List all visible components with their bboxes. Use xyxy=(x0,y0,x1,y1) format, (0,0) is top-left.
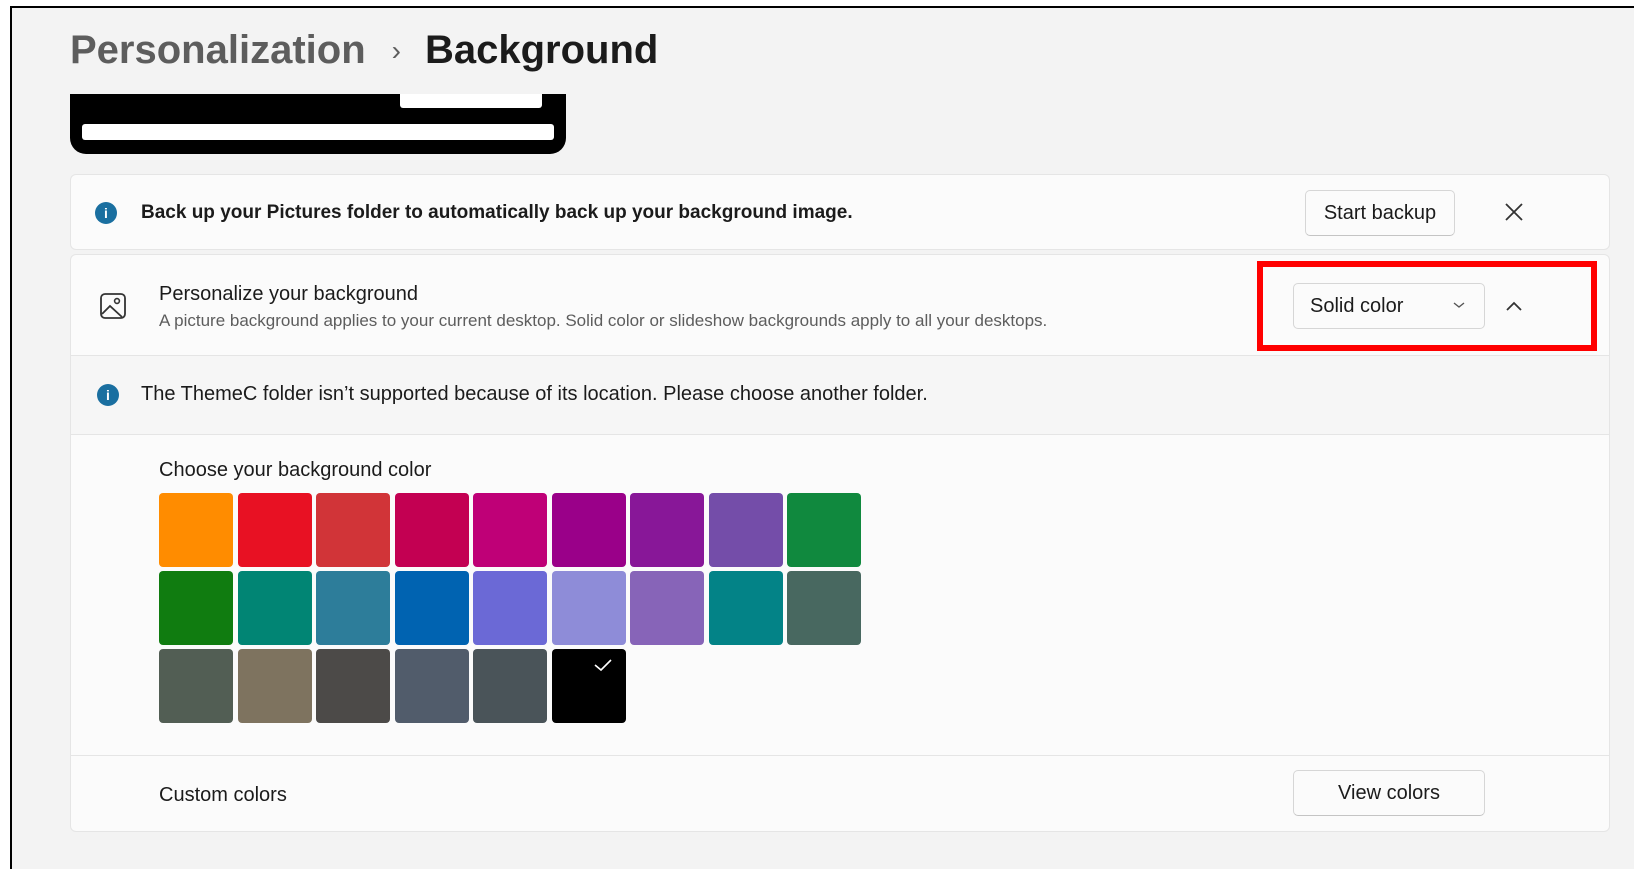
color-swatch[interactable] xyxy=(551,493,626,567)
breadcrumb-personalization[interactable]: Personalization xyxy=(70,28,366,73)
page-title: Background xyxy=(424,28,659,72)
color-swatch[interactable] xyxy=(473,571,547,645)
view-colors-button[interactable]: View colors xyxy=(1293,770,1485,816)
preview-window xyxy=(400,94,542,108)
color-swatch[interactable] xyxy=(237,649,312,723)
color-swatch-grid xyxy=(159,493,861,723)
color-swatch[interactable] xyxy=(708,493,783,567)
color-swatch[interactable] xyxy=(159,493,233,567)
checkmark-icon xyxy=(593,659,612,672)
backup-banner: i Back up your Pictures folder to automa… xyxy=(70,174,1610,250)
color-swatch[interactable] xyxy=(237,571,312,645)
color-swatch[interactable] xyxy=(316,649,390,723)
folder-warning: i The ThemeC folder isn’t supported beca… xyxy=(71,356,1609,435)
color-swatch[interactable] xyxy=(316,571,390,645)
color-swatch[interactable] xyxy=(473,649,547,723)
close-icon[interactable] xyxy=(1499,197,1529,227)
highlight-box xyxy=(1257,261,1597,351)
color-swatch[interactable] xyxy=(316,493,390,567)
color-swatch[interactable] xyxy=(708,571,783,645)
color-swatch[interactable] xyxy=(159,571,233,645)
expander-header[interactable]: Personalize your background A picture ba… xyxy=(71,255,1609,356)
backup-message: Back up your Pictures folder to automati… xyxy=(141,202,853,223)
color-swatch[interactable] xyxy=(551,649,626,723)
settings-window: Personalization › Background i Back up y… xyxy=(10,6,1634,869)
color-section-label: Choose your background color xyxy=(159,459,432,481)
preview-taskbar xyxy=(82,124,554,140)
desktop-preview xyxy=(70,94,566,154)
color-swatch[interactable] xyxy=(237,493,312,567)
custom-colors-row: Custom colors View colors xyxy=(71,755,1609,834)
color-swatch[interactable] xyxy=(630,571,704,645)
color-swatch[interactable] xyxy=(630,493,704,567)
color-swatch[interactable] xyxy=(551,571,626,645)
picture-icon xyxy=(100,293,126,319)
info-icon: i xyxy=(95,202,117,224)
personalize-subtitle: A picture background applies to your cur… xyxy=(159,311,1048,330)
warning-message: The ThemeC folder isn’t supported becaus… xyxy=(141,383,928,405)
breadcrumb-separator: › xyxy=(391,34,401,66)
color-swatch[interactable] xyxy=(159,649,233,723)
breadcrumb: Personalization › Background xyxy=(70,28,658,73)
start-backup-button[interactable]: Start backup xyxy=(1305,190,1455,236)
color-swatch[interactable] xyxy=(394,649,469,723)
personalize-title: Personalize your background xyxy=(159,283,419,305)
color-swatch[interactable] xyxy=(787,493,861,567)
color-swatch[interactable] xyxy=(394,571,469,645)
color-swatch[interactable] xyxy=(394,493,469,567)
color-swatch[interactable] xyxy=(787,571,861,645)
info-icon: i xyxy=(97,384,119,406)
color-swatch[interactable] xyxy=(473,493,547,567)
personalize-background-expander: Personalize your background A picture ba… xyxy=(70,254,1610,832)
custom-colors-label: Custom colors xyxy=(159,784,287,806)
